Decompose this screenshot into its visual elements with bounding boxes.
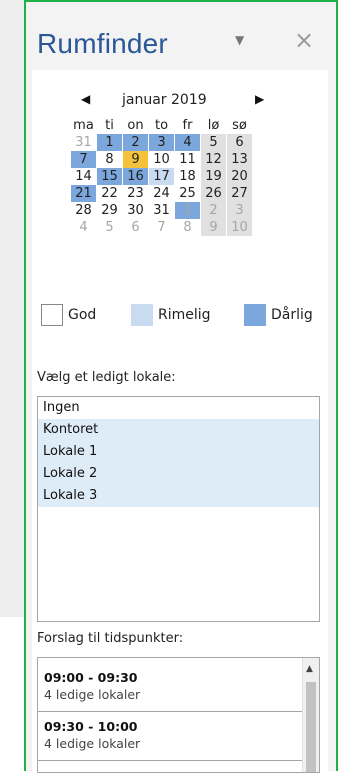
calendar-header: ◀ januar 2019 ▶ — [32, 92, 328, 112]
legend-reasonable: Rimelig — [131, 304, 211, 326]
time-suggestion[interactable]: 09:30 - 10:00 4 ledige lokaler — [38, 713, 302, 761]
calendar-week: 7 8 9 10 11 12 13 — [71, 151, 253, 168]
suggestion-detail: 4 ledige lokaler — [44, 736, 141, 751]
scrollbar-thumb[interactable] — [306, 682, 316, 772]
legend-good: God — [41, 304, 96, 326]
room-list-item[interactable]: Kontoret — [38, 419, 319, 441]
calendar-day[interactable]: 7 — [71, 151, 96, 168]
weekday-label: ma — [73, 118, 94, 133]
calendar-week: 4 5 6 7 8 9 10 — [71, 219, 253, 236]
calendar-day[interactable]: 27 — [227, 185, 252, 202]
legend-label: God — [68, 307, 97, 323]
next-month-icon[interactable]: ▶ — [255, 92, 264, 106]
pane-title: Rumfinder — [37, 28, 168, 59]
calendar-day[interactable]: 2 — [201, 202, 226, 219]
calendar-day[interactable]: 8 — [175, 219, 200, 236]
suggestion-time: 09:00 - 09:30 — [44, 670, 138, 685]
room-list-item[interactable]: Ingen — [38, 397, 319, 419]
divider — [38, 711, 302, 712]
calendar-day[interactable]: 17 — [149, 168, 174, 185]
calendar-day[interactable]: 15 — [97, 168, 122, 185]
weekday-label: sø — [232, 118, 247, 133]
weekday-label: to — [154, 118, 169, 133]
weekday-label: lø — [207, 118, 220, 133]
calendar-week: 31 1 2 3 4 5 6 — [71, 134, 253, 151]
room-list[interactable]: Ingen Kontoret Lokale 1 Lokale 2 Lokale 3 — [37, 396, 320, 622]
calendar-day[interactable]: 18 — [175, 168, 200, 185]
calendar-day[interactable]: 6 — [227, 134, 252, 151]
scroll-up-icon[interactable]: ▲ — [306, 664, 313, 674]
calendar-day[interactable]: 11 — [175, 151, 200, 168]
calendar-day[interactable]: 26 — [201, 185, 226, 202]
availability-legend: God Rimelig Dårlig — [41, 304, 331, 328]
calendar-week: 14 15 16 17 18 19 20 — [71, 168, 253, 185]
room-finder-pane: Rumfinder ▼ × ◀ januar 2019 ▶ ma ti on to fr… — [24, 0, 338, 773]
calendar-day[interactable]: 24 — [149, 185, 174, 202]
calendar-day[interactable]: 4 — [175, 134, 200, 151]
weekday-label: fr — [182, 118, 193, 133]
calendar-day[interactable]: 12 — [201, 151, 226, 168]
calendar-day[interactable]: 30 — [123, 202, 148, 219]
suggestion-time: 09:30 - 10:00 — [44, 719, 138, 734]
legend-swatch — [41, 304, 63, 326]
month-label: januar 2019 — [122, 92, 207, 108]
calendar-day[interactable]: 10 — [227, 219, 252, 236]
calendar-day[interactable]: 6 — [123, 219, 148, 236]
legend-swatch — [244, 304, 266, 326]
calendar-day[interactable]: 9 — [201, 219, 226, 236]
close-icon[interactable]: × — [294, 26, 314, 54]
dropdown-arrow-icon[interactable]: ▼ — [235, 33, 244, 47]
calendar-day[interactable]: 8 — [97, 151, 122, 168]
scrollbar[interactable]: ▲ — [302, 658, 319, 772]
calendar-day[interactable]: 14 — [71, 168, 96, 185]
room-list-item[interactable]: Lokale 2 — [38, 463, 319, 485]
calendar-week: 21 22 23 24 25 26 27 — [71, 185, 253, 202]
calendar-day[interactable]: 20 — [227, 168, 252, 185]
calendar-day[interactable]: 21 — [71, 185, 96, 202]
calendar-day[interactable]: 4 — [71, 219, 96, 236]
calendar-day[interactable]: 7 — [149, 219, 174, 236]
time-suggestion[interactable]: 09:00 - 09:30 4 ledige lokaler — [38, 664, 302, 712]
calendar-week: 28 29 30 31 1 2 3 — [71, 202, 253, 219]
calendar-day[interactable]: 2 — [123, 134, 148, 151]
calendar-day[interactable]: 22 — [97, 185, 122, 202]
calendar-day[interactable]: 23 — [123, 185, 148, 202]
document-background — [0, 0, 24, 617]
suggestion-detail: 4 ledige lokaler — [44, 687, 141, 702]
calendar-day[interactable]: 3 — [227, 202, 252, 219]
legend-label: Dårlig — [271, 307, 313, 323]
calendar-day[interactable]: 5 — [201, 134, 226, 151]
time-suggestion-list[interactable]: ▲ 09:00 - 09:30 4 ledige lokaler 09:30 - 1… — [37, 657, 320, 773]
room-list-label: Vælg et ledigt lokale: — [37, 370, 176, 385]
weekday-label: ti — [105, 118, 114, 133]
room-list-item[interactable]: Lokale 1 — [38, 441, 319, 463]
calendar-day[interactable]: 10 — [149, 151, 174, 168]
weekday-header: ma ti on to fr lø sø — [71, 117, 253, 134]
calendar-day[interactable]: 9 — [123, 151, 148, 168]
calendar-day[interactable]: 29 — [97, 202, 122, 219]
pane-content: ◀ januar 2019 ▶ ma ti on to fr lø sø 31 1 2 3 4 5 6 7 8… — [32, 70, 328, 773]
room-list-item[interactable]: Lokale 3 — [38, 485, 319, 507]
calendar-day[interactable]: 13 — [227, 151, 252, 168]
calendar-day[interactable]: 31 — [149, 202, 174, 219]
calendar-grid: ma ti on to fr lø sø 31 1 2 3 4 5 6 7 8 9 10 11 12 13 14 15 16 1… — [71, 117, 253, 236]
previous-month-icon[interactable]: ◀ — [81, 92, 90, 106]
legend-label: Rimelig — [158, 307, 211, 323]
calendar-day[interactable]: 19 — [201, 168, 226, 185]
weekday-label: on — [127, 118, 144, 133]
calendar-day[interactable]: 1 — [175, 202, 200, 219]
legend-swatch — [131, 304, 153, 326]
calendar-day[interactable]: 5 — [97, 219, 122, 236]
calendar-day[interactable]: 31 — [71, 134, 96, 151]
calendar-day[interactable]: 3 — [149, 134, 174, 151]
suggestions-label: Forslag til tidspunkter: — [37, 631, 184, 646]
calendar-day[interactable]: 16 — [123, 168, 148, 185]
calendar-day[interactable]: 1 — [97, 134, 122, 151]
divider — [38, 760, 302, 761]
calendar-day[interactable]: 25 — [175, 185, 200, 202]
calendar-day[interactable]: 28 — [71, 202, 96, 219]
legend-poor: Dårlig — [244, 304, 313, 326]
